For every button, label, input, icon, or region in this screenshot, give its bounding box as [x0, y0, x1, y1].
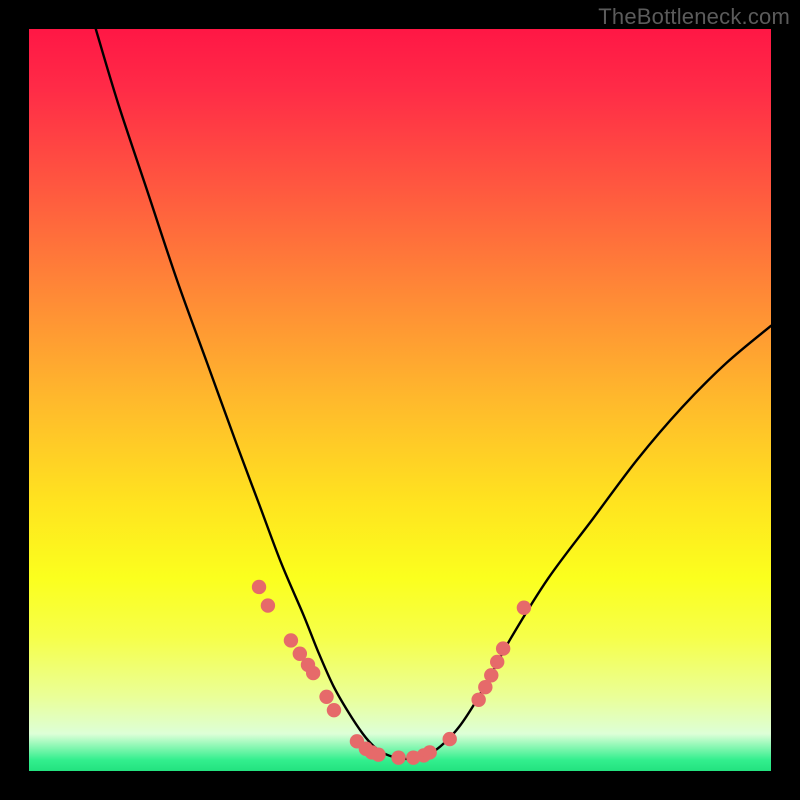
curve-marker: [443, 732, 457, 746]
curve-marker: [490, 655, 504, 669]
curve-marker: [284, 633, 298, 647]
curve-marker: [471, 693, 485, 707]
curve-marker: [496, 641, 510, 655]
bottleneck-curve: [96, 29, 771, 759]
curve-marker: [391, 750, 405, 764]
curve-marker: [422, 745, 436, 759]
curve-marker: [319, 690, 333, 704]
chart-frame: TheBottleneck.com: [0, 0, 800, 800]
curve-markers: [252, 580, 531, 765]
curve-marker: [306, 666, 320, 680]
chart-svg: [29, 29, 771, 771]
curve-marker: [327, 703, 341, 717]
curve-marker: [371, 747, 385, 761]
curve-marker: [252, 580, 266, 594]
plot-area: [29, 29, 771, 771]
curve-marker: [484, 668, 498, 682]
curve-marker: [261, 598, 275, 612]
curve-marker: [517, 601, 531, 615]
attribution-text: TheBottleneck.com: [598, 4, 790, 30]
